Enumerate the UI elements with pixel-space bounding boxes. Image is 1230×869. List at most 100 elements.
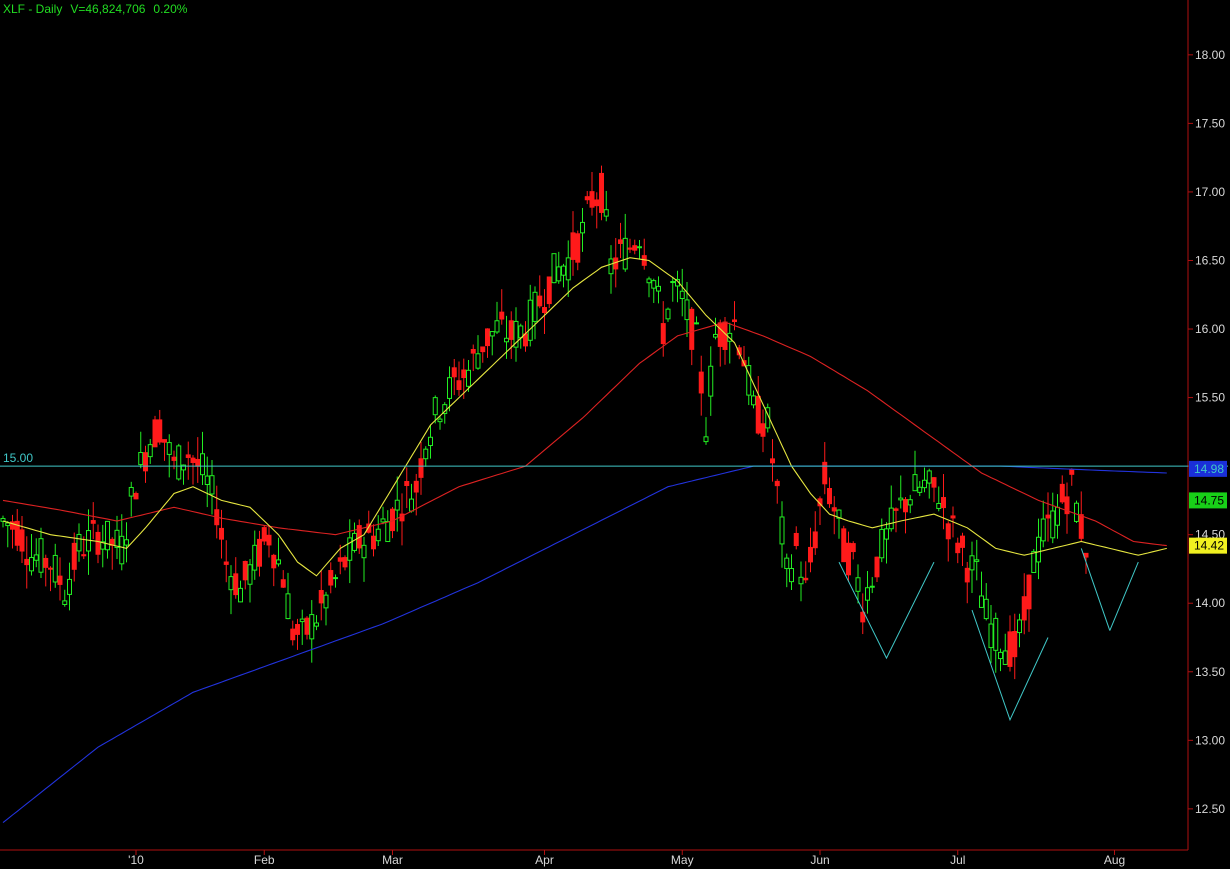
candle-body	[632, 245, 638, 251]
candle-body	[974, 559, 980, 562]
candle-body	[261, 527, 267, 542]
pattern-line	[838, 561, 935, 660]
candle-body	[770, 458, 775, 464]
x-tick-label: Jun	[810, 853, 829, 867]
candle-body	[371, 535, 376, 550]
candle-body	[67, 578, 72, 595]
candle-body	[162, 439, 167, 443]
candle-body	[409, 498, 414, 512]
candle-body	[869, 585, 875, 588]
x-tick-label: May	[671, 853, 694, 867]
y-tick-label: 16.00	[1195, 322, 1225, 336]
candle-body	[732, 319, 737, 323]
candle-body	[703, 436, 709, 443]
candle-body	[527, 299, 533, 341]
candle-body	[119, 535, 125, 565]
candle-body	[219, 527, 224, 540]
candle-body	[584, 196, 590, 201]
candle-body	[380, 518, 386, 523]
candle-body	[551, 253, 557, 284]
pattern-line	[1080, 548, 1111, 631]
candle-body	[209, 475, 215, 495]
candle-body	[33, 554, 39, 561]
candle-body	[81, 554, 87, 557]
candle-body	[979, 595, 984, 608]
candle-body	[565, 257, 571, 281]
candle-body	[808, 546, 813, 563]
candle-body	[698, 371, 704, 394]
candle-body	[451, 367, 457, 378]
candle-body	[24, 558, 30, 566]
candle-body	[128, 486, 134, 497]
candle-body	[295, 624, 300, 635]
candle-body	[257, 538, 262, 567]
candle-body	[499, 311, 505, 320]
candle-body	[29, 557, 34, 572]
candle-body	[1021, 596, 1027, 621]
candle-body	[238, 587, 243, 603]
candle-body	[394, 499, 400, 511]
candle-body	[143, 452, 148, 472]
candle-body	[114, 529, 120, 548]
candle-body	[789, 568, 794, 583]
candle-body	[955, 542, 961, 554]
candle-body	[1007, 631, 1013, 667]
candle-body	[931, 477, 937, 488]
ma-mid-line	[2, 321, 1167, 547]
y-tick-label: 18.00	[1195, 48, 1225, 62]
candle-body	[950, 515, 956, 519]
candle-body	[656, 285, 661, 292]
candle-body	[304, 617, 310, 635]
candle-body	[309, 614, 315, 640]
candle-body	[879, 528, 885, 559]
candle-body	[855, 577, 861, 592]
candle-body	[62, 600, 68, 605]
candle-body	[1045, 514, 1051, 519]
candle-body	[774, 480, 780, 487]
candle-body	[5, 522, 11, 527]
candle-body	[38, 538, 44, 573]
candle-body	[299, 618, 305, 623]
candle-body	[418, 458, 424, 478]
candle-body	[679, 290, 685, 300]
x-tick-label: Mar	[382, 853, 403, 867]
candle-body	[760, 423, 766, 437]
candle-body	[1031, 551, 1037, 574]
candle-body	[1002, 650, 1008, 665]
candle-body	[594, 199, 600, 207]
candle-body	[983, 598, 989, 620]
price-badge-label: 14.75	[1194, 493, 1224, 507]
candle-body	[570, 232, 576, 260]
candle-body	[964, 567, 970, 583]
candle-body	[352, 532, 357, 551]
candle-body	[342, 557, 348, 568]
candle-body	[1055, 506, 1060, 526]
candle-body	[523, 333, 528, 347]
candle-body	[166, 442, 172, 455]
y-tick-label: 16.50	[1195, 253, 1225, 267]
y-tick-label: 12.50	[1195, 802, 1225, 816]
y-tick-label: 17.50	[1195, 116, 1225, 130]
candle-body	[223, 561, 229, 565]
candle-body	[485, 328, 490, 347]
candle-body	[185, 454, 191, 458]
y-tick-label: 13.50	[1195, 665, 1225, 679]
candle-body	[147, 444, 153, 458]
candle-body	[385, 520, 391, 543]
candle-body	[546, 276, 552, 305]
candle-body	[1036, 536, 1041, 563]
candle-body	[841, 528, 847, 563]
candle-body	[884, 528, 889, 540]
candle-body	[622, 237, 628, 270]
candle-body	[922, 479, 927, 489]
candle-body	[437, 418, 443, 423]
candle-body	[542, 307, 547, 314]
candle-body	[48, 567, 53, 570]
candle-body	[575, 233, 581, 263]
candle-body	[95, 531, 101, 555]
candle-body	[318, 590, 324, 604]
candle-body	[504, 337, 509, 343]
candle-body	[831, 507, 837, 512]
candle-body	[903, 499, 908, 513]
candle-body	[157, 419, 163, 443]
